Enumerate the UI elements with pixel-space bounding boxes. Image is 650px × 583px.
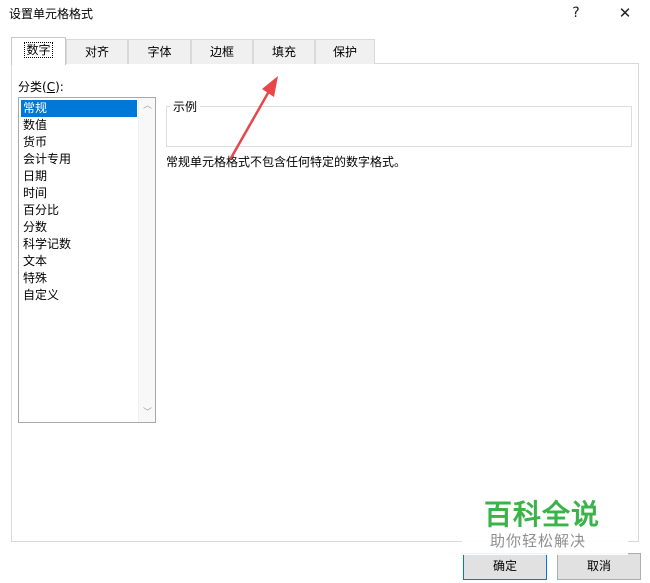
tab-label: 数字 (24, 42, 53, 58)
watermark-title: 百科全说 (484, 498, 601, 531)
watermark-subtitle: 助你轻松解决 (490, 532, 587, 550)
tab-number[interactable]: 数字 (11, 37, 66, 65)
ok-button[interactable]: 确定 (463, 553, 547, 580)
watermark: 百科全说 助你轻松解决 (462, 490, 628, 555)
cancel-button[interactable]: 取消 (557, 553, 641, 580)
